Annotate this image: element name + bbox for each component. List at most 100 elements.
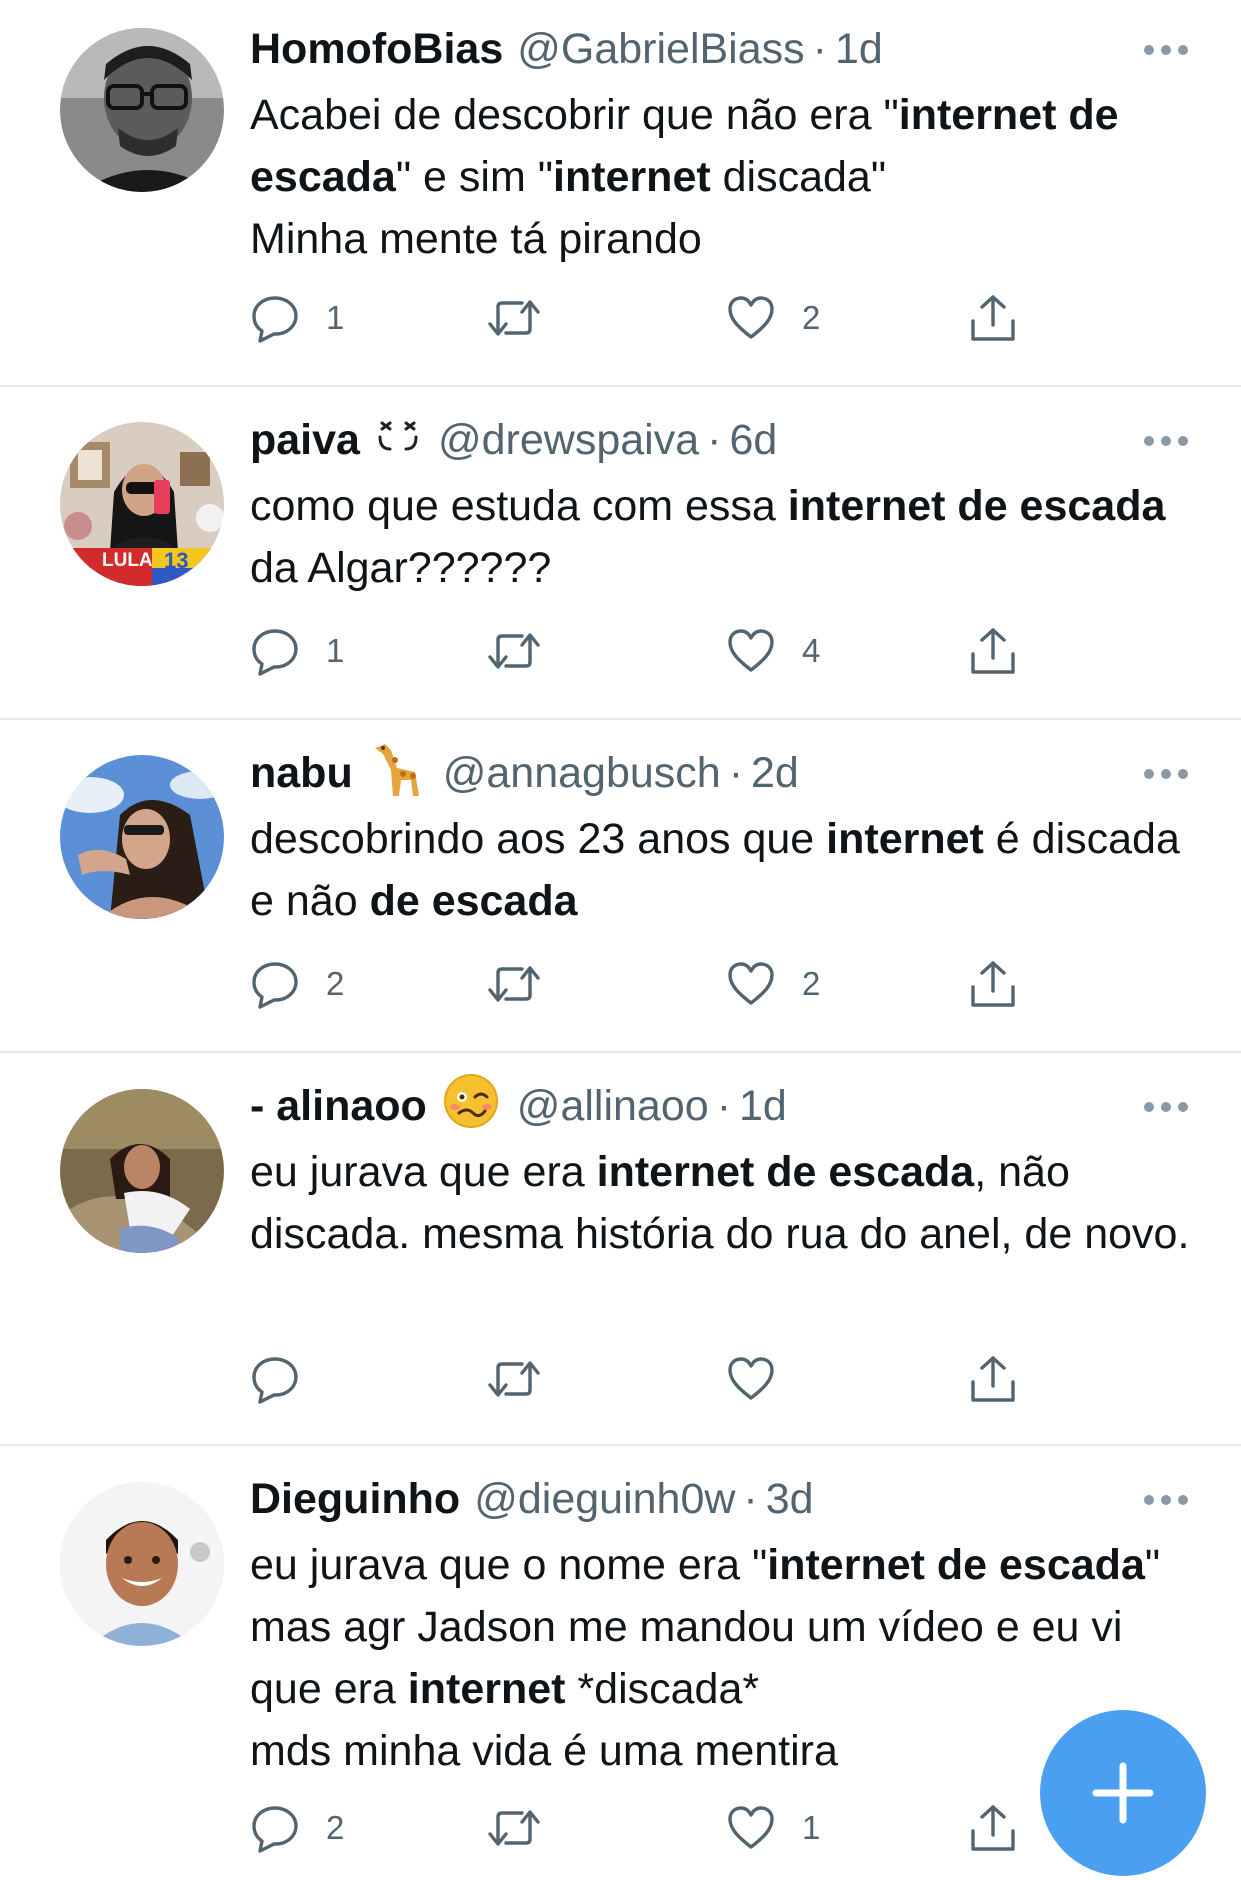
tweet-header: - alinaoo @allinaoo · 1d (250, 1073, 1151, 1131)
tweet-actions (250, 1351, 1030, 1407)
heart-icon (726, 293, 776, 343)
text-segment: eu jurava que era (250, 1148, 597, 1196)
share-button[interactable] (968, 956, 1018, 1012)
share-icon (968, 1803, 1018, 1853)
reply-button[interactable] (250, 1351, 326, 1407)
woozy-face-icon (443, 1073, 499, 1140)
display-name[interactable]: nabu (250, 748, 353, 798)
display-name[interactable]: - alinaoo (250, 1081, 427, 1131)
tweet-header: Dieguinho @dieguinh0w · 3d (250, 1474, 1151, 1524)
like-count: 2 (802, 299, 821, 336)
tweet-text: descobrindo aos 23 anos que internet é d… (250, 808, 1190, 932)
reply-count: 2 (326, 1809, 345, 1846)
more-options-icon[interactable] (1141, 431, 1191, 451)
tweet-text: Acabei de descobrir que não era " interne… (250, 84, 1190, 270)
text-segment: mds minha vida é uma mentira (250, 1727, 838, 1775)
like-button[interactable]: 2 (726, 290, 820, 346)
more-options-icon[interactable] (1141, 40, 1191, 60)
like-count: 4 (802, 632, 821, 669)
reply-count: 2 (326, 965, 345, 1002)
heart-icon (726, 1354, 776, 1404)
timestamp[interactable]: 2d (751, 748, 799, 798)
display-name[interactable]: Dieguinho (250, 1474, 460, 1524)
retweet-button[interactable] (486, 290, 568, 346)
tweet-actions: 2 2 (250, 956, 1030, 1012)
like-button[interactable]: 1 (726, 1800, 820, 1856)
more-options-icon[interactable] (1141, 1097, 1191, 1117)
separator: · (812, 25, 827, 73)
separator: · (716, 1082, 732, 1130)
smiling-face-with-closed-eyes-icon (376, 415, 420, 466)
share-button[interactable] (968, 1351, 1018, 1407)
text-segment: " e sim " (395, 153, 553, 201)
highlighted-text: internet (407, 1665, 566, 1713)
timestamp[interactable]: 1d (835, 24, 883, 74)
timestamp[interactable]: 6d (729, 415, 777, 465)
like-button[interactable] (726, 1351, 802, 1407)
tweet-header: HomofoBias @GabrielBiass · 1d (250, 24, 1151, 74)
more-options-icon[interactable] (1141, 1490, 1191, 1510)
text-segment: da Algar?????? (250, 544, 552, 592)
like-button[interactable]: 2 (726, 956, 820, 1012)
display-name[interactable]: paiva (250, 415, 360, 465)
handle[interactable]: @drewspaiva (438, 415, 699, 465)
separator: · (707, 416, 722, 464)
tweet-text: como que estuda com essa internet de esc… (250, 475, 1190, 599)
tweet-actions: 1 4 (250, 623, 1030, 679)
tweet-text: eu jurava que era internet de escada, nã… (250, 1141, 1190, 1265)
highlighted-text: de escada (369, 877, 578, 925)
retweet-button[interactable] (486, 1351, 568, 1407)
avatar[interactable]: LULA 13 (60, 422, 224, 586)
avatar[interactable] (60, 28, 224, 192)
retweet-icon (486, 626, 542, 676)
reply-icon (250, 1803, 300, 1853)
compose-tweet-button[interactable] (1040, 1710, 1206, 1876)
share-button[interactable] (968, 623, 1018, 679)
handle[interactable]: @annagbusch (443, 748, 721, 798)
display-name[interactable]: HomofoBias (250, 24, 503, 74)
share-button[interactable] (968, 290, 1018, 346)
reply-button[interactable]: 2 (250, 956, 344, 1012)
timestamp[interactable]: 3d (766, 1474, 814, 1524)
giraffe-icon (369, 738, 425, 809)
reply-button[interactable]: 1 (250, 623, 344, 679)
text-segment: descobrindo aos 23 anos que (250, 815, 827, 863)
badge-number: 13 (164, 548, 189, 573)
tweet-actions: 1 2 (250, 290, 1030, 346)
avatar[interactable] (60, 1089, 224, 1253)
avatar[interactable] (60, 1482, 224, 1646)
tweet[interactable]: LULA 13 paiva @drewspaiva · 6d como que … (0, 387, 1241, 720)
share-button[interactable] (968, 1800, 1018, 1856)
reply-button[interactable]: 1 (250, 290, 344, 346)
like-count: 1 (802, 1809, 821, 1846)
like-count: 2 (802, 965, 821, 1002)
tweet[interactable]: HomofoBias @GabrielBiass · 1d Acabei de … (0, 0, 1241, 387)
retweet-button[interactable] (486, 956, 568, 1012)
share-icon (968, 1354, 1018, 1404)
handle[interactable]: @GabrielBiass (517, 24, 804, 74)
badge-text: LULA (102, 550, 153, 571)
tweet-actions: 2 1 (250, 1800, 1030, 1856)
highlighted-text: internet (553, 153, 711, 201)
retweet-button[interactable] (486, 623, 568, 679)
tweet[interactable]: nabu @annagbusch · 2d descobrindo aos 23… (0, 720, 1241, 1053)
like-button[interactable]: 4 (726, 623, 820, 679)
tweet[interactable]: - alinaoo @allinaoo · 1d eu jurava que e… (0, 1053, 1241, 1446)
timestamp[interactable]: 1d (739, 1081, 787, 1131)
handle[interactable]: @dieguinh0w (474, 1474, 735, 1524)
avatar[interactable] (60, 755, 224, 919)
retweet-button[interactable] (486, 1800, 568, 1856)
reply-count: 1 (326, 632, 345, 669)
tweet-header: paiva @drewspaiva · 6d (250, 415, 1151, 465)
heart-icon (726, 959, 776, 1009)
reply-button[interactable]: 2 (250, 1800, 344, 1856)
timeline: HomofoBias @GabrielBiass · 1d Acabei de … (0, 0, 1241, 1880)
reply-icon (250, 959, 300, 1009)
handle[interactable]: @allinaoo (517, 1081, 709, 1131)
separator: · (743, 1475, 758, 1523)
reply-icon (250, 1354, 300, 1404)
text-segment: Minha mente tá pirando (250, 215, 702, 263)
more-options-icon[interactable] (1141, 764, 1191, 784)
reply-icon (250, 626, 300, 676)
highlighted-text: internet (826, 815, 984, 863)
